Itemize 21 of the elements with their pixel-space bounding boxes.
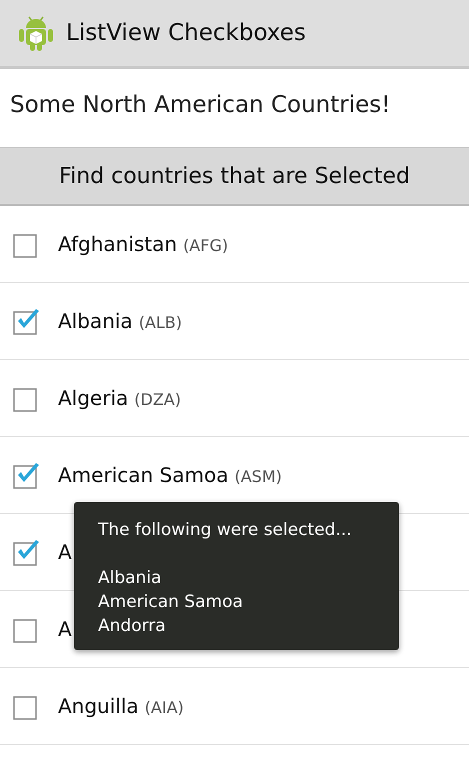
- country-label: Albania (ALB): [58, 309, 182, 333]
- app-title: ListView Checkboxes: [66, 20, 306, 46]
- checkbox[interactable]: [12, 460, 42, 490]
- country-label: A: [58, 540, 72, 564]
- checkbox[interactable]: [12, 537, 42, 567]
- list-item[interactable]: Albania (ALB): [0, 283, 469, 360]
- country-label: A: [58, 617, 72, 641]
- heading: Some North American Countries!: [9, 91, 392, 120]
- find-selected-button[interactable]: Find countries that are Selected: [0, 147, 469, 206]
- toast-line: Andorra: [98, 615, 167, 638]
- list-item[interactable]: Algeria (DZA): [0, 360, 469, 437]
- toast-title: The following were selected...: [98, 519, 353, 542]
- country-label: Afghanistan (AFG): [58, 232, 228, 256]
- list-item[interactable]: Afghanistan (AFG): [0, 206, 469, 283]
- country-label: Algeria (DZA): [58, 386, 181, 410]
- list-item[interactable]: Anguilla (AIA): [0, 668, 469, 745]
- country-label: American Samoa (ASM): [58, 463, 282, 487]
- toast-line: American Samoa: [98, 591, 244, 614]
- checkbox[interactable]: [12, 306, 42, 336]
- country-label: Anguilla (AIA): [58, 694, 184, 718]
- toast-line: Albania: [98, 567, 162, 590]
